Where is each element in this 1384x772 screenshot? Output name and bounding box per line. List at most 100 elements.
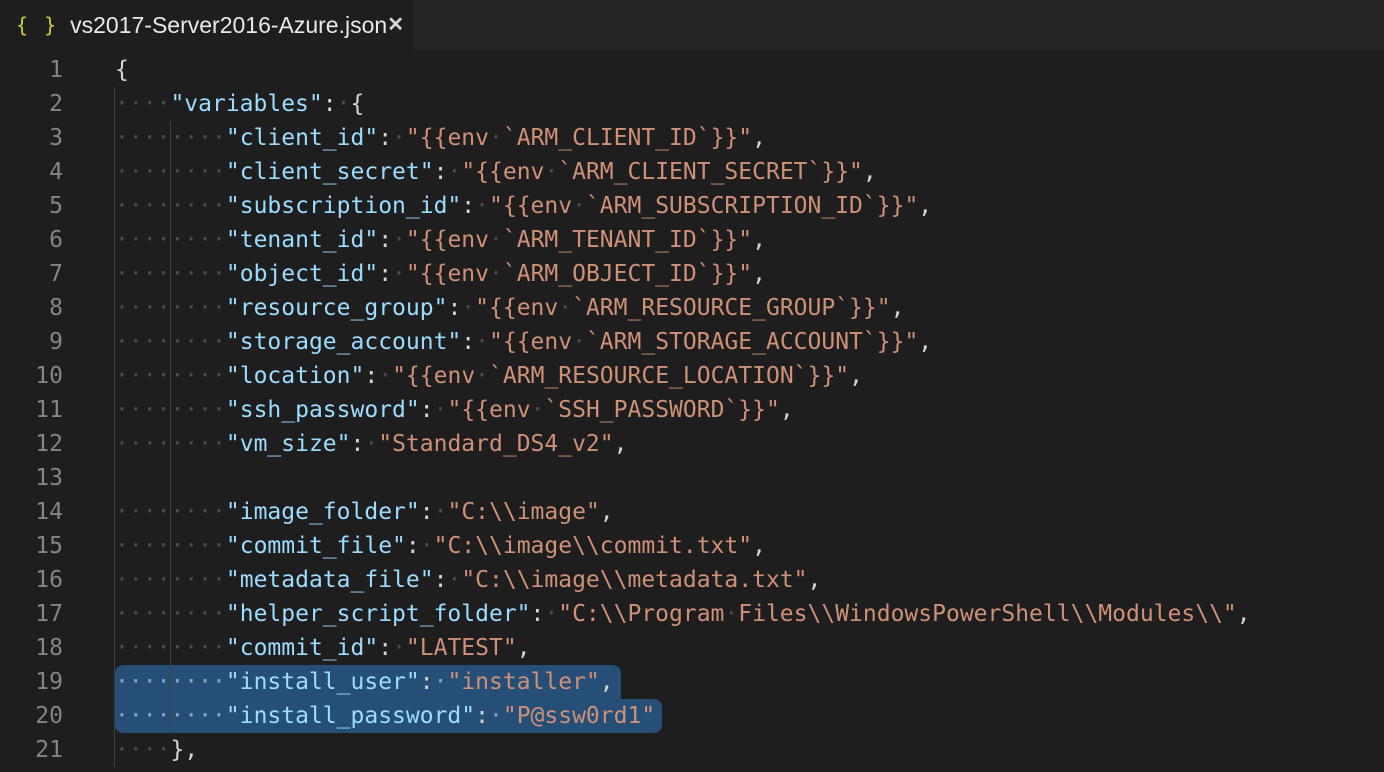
line-number[interactable]: 15 [0,529,63,563]
json-string-value: "C:\\Program·Files\\WindowsPowerShell\\M… [558,601,1237,627]
code-line[interactable]: 6········"tenant_id":·"{{env·`ARM_TENANT… [0,223,1384,257]
line-number[interactable]: 2 [0,87,63,121]
code-line[interactable]: 8········"resource_group":·"{{env·`ARM_R… [0,291,1384,325]
code-line-text: ········"ssh_password":·"{{env·`SSH_PASS… [63,393,794,427]
whitespace: · [392,125,406,151]
punctuation: , [614,431,628,457]
json-key: "subscription_id" [226,193,461,219]
code-line[interactable]: 18········"commit_id":·"LATEST", [0,631,1384,665]
code-line[interactable]: 11········"ssh_password":·"{{env·`SSH_PA… [0,393,1384,427]
whitespace: ········ [115,193,226,219]
punctuation: , [863,159,877,185]
line-number[interactable]: 20 [0,699,63,733]
code-line-text: ········"resource_group":·"{{env·`ARM_RE… [63,291,904,325]
code-line[interactable]: 16········"metadata_file":·"C:\\image\\m… [0,563,1384,597]
whitespace: ········ [115,227,226,253]
punctuation: { [350,91,364,117]
line-number[interactable]: 16 [0,563,63,597]
whitespace: ········ [115,295,226,321]
line-number[interactable]: 5 [0,189,63,223]
code-line-text: ········"commit_id":·"LATEST", [63,631,531,665]
code-line[interactable]: 21····}, [0,733,1384,767]
punctuation: : [434,567,448,593]
line-number[interactable]: 12 [0,427,63,461]
json-string-value: "{{env·`ARM_STORAGE_ACCOUNT`}}" [489,329,918,355]
whitespace: ········ [115,159,226,185]
punctuation: : [378,635,392,661]
code-line[interactable]: 14········"image_folder":·"C:\\image", [0,495,1384,529]
code-line[interactable]: 9········"storage_account":·"{{env·`ARM_… [0,325,1384,359]
whitespace: ········ [115,397,226,423]
line-number[interactable]: 17 [0,597,63,631]
punctuation: , [517,635,531,661]
whitespace: ········ [115,363,226,389]
line-number[interactable]: 8 [0,291,63,325]
whitespace: ········ [115,261,226,287]
line-number[interactable]: 3 [0,121,63,155]
punctuation: : [461,329,475,355]
code-line[interactable]: 19 ········"install_user":·"installer", [0,665,1384,699]
line-number[interactable]: 18 [0,631,63,665]
json-key: "client_id" [226,125,378,151]
punctuation: , [752,533,766,559]
code-line[interactable]: 13 [0,461,1384,495]
punctuation: , [780,397,794,423]
code-line[interactable]: 4········"client_secret":·"{{env·`ARM_CL… [0,155,1384,189]
line-number[interactable]: 1 [0,53,63,87]
json-string-value: "C:\\image\\commit.txt" [434,533,753,559]
line-number[interactable]: 4 [0,155,63,189]
code-line[interactable]: 10········"location":·"{{env·`ARM_RESOUR… [0,359,1384,393]
line-number[interactable]: 21 [0,733,63,767]
whitespace: ········ [115,669,226,695]
text-selection-highlight: ········"install_user":·"installer", [115,665,621,699]
whitespace: · [475,329,489,355]
punctuation: , [808,567,822,593]
whitespace: · [434,669,448,695]
json-string-value: "{{env·`ARM_TENANT_ID`}}" [406,227,752,253]
line-number[interactable]: 9 [0,325,63,359]
code-line-text: ····"variables":·{ [63,87,364,121]
line-number[interactable]: 11 [0,393,63,427]
punctuation: : [531,601,545,627]
tab-close-icon[interactable]: ✕ [387,15,404,35]
line-number[interactable]: 13 [0,461,63,495]
whitespace: · [392,635,406,661]
code-line-text: ········"tenant_id":·"{{env·`ARM_TENANT_… [63,223,766,257]
code-editor[interactable]: 1{2····"variables":·{3········"client_id… [0,50,1384,767]
whitespace: · [337,91,351,117]
line-number[interactable]: 10 [0,359,63,393]
whitespace: · [378,363,392,389]
whitespace: · [392,261,406,287]
whitespace: ········ [115,567,226,593]
code-line-text: ····}, [63,733,198,767]
line-number[interactable]: 19 [0,665,63,699]
code-line[interactable]: 5········"subscription_id":·"{{env·`ARM_… [0,189,1384,223]
line-number[interactable]: 14 [0,495,63,529]
punctuation: , [752,261,766,287]
punctuation: , [891,295,905,321]
json-key: "vm_size" [226,431,351,457]
json-braces-icon: { } [16,13,58,37]
punctuation: : [475,703,489,729]
code-line-text: ········"client_id":·"{{env·`ARM_CLIENT_… [63,121,766,155]
code-line[interactable]: 20········"install_password":·"P@ssw0rd1… [0,699,1384,733]
code-line[interactable]: 12········"vm_size":·"Standard_DS4_v2", [0,427,1384,461]
line-number[interactable]: 7 [0,257,63,291]
code-line[interactable]: 1{ [0,53,1384,87]
code-line[interactable]: 7········"object_id":·"{{env·`ARM_OBJECT… [0,257,1384,291]
code-line[interactable]: 17········"helper_script_folder":·"C:\\P… [0,597,1384,631]
code-line-text [63,461,115,495]
code-line-text: ········"storage_account":·"{{env·`ARM_S… [63,325,932,359]
punctuation: , [600,499,614,525]
code-line[interactable]: 15········"commit_file":·"C:\\image\\com… [0,529,1384,563]
code-line[interactable]: 3········"client_id":·"{{env·`ARM_CLIENT… [0,121,1384,155]
tab-json-file[interactable]: { } vs2017-Server2016-Azure.json ✕ [0,0,413,50]
whitespace: · [544,601,558,627]
json-string-value: "P@ssw0rd1" [503,703,655,729]
json-string-value: "Standard_DS4_v2" [378,431,613,457]
whitespace: ········ [115,533,226,559]
punctuation: : [420,499,434,525]
line-number[interactable]: 6 [0,223,63,257]
code-line[interactable]: 2····"variables":·{ [0,87,1384,121]
tab-title: vs2017-Server2016-Azure.json [70,12,387,39]
